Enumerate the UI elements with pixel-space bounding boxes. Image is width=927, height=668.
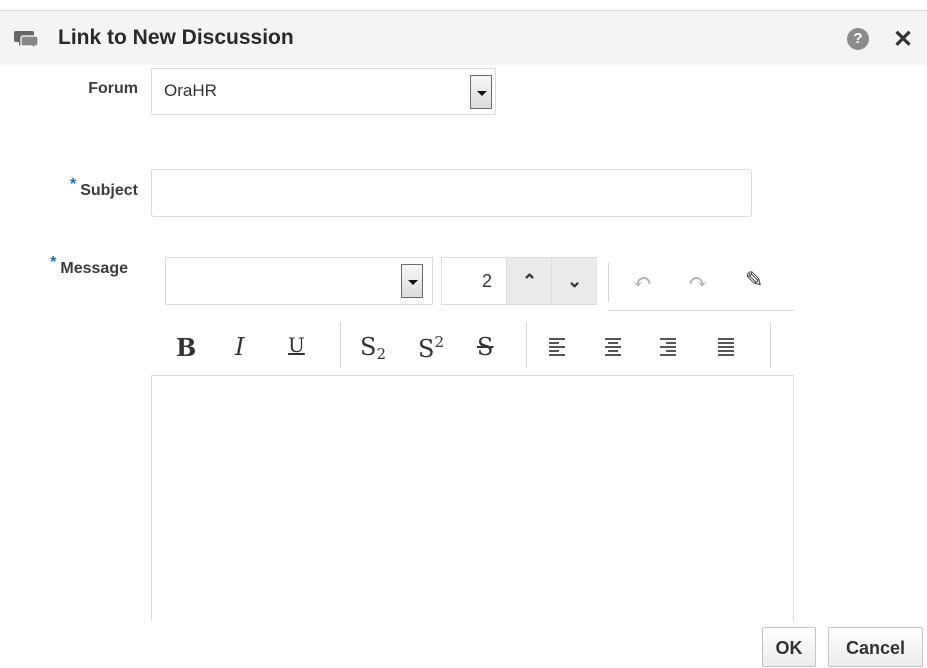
clear-formatting-icon[interactable]: ✎ [745, 268, 763, 293]
strikethrough-icon[interactable]: S [477, 333, 493, 361]
superscript-icon[interactable]: S2 [418, 333, 444, 363]
superscript-mark: 2 [434, 333, 444, 351]
discussion-icon [14, 31, 39, 50]
bold-icon[interactable]: B [176, 333, 196, 362]
toolbar-divider [608, 262, 609, 302]
dialog-titlebar: Link to New Discussion ? ✕ [0, 10, 927, 65]
italic-icon[interactable]: I [235, 333, 244, 361]
message-label: * Message [14, 254, 128, 278]
align-left-icon[interactable] [549, 338, 565, 356]
close-icon[interactable]: ✕ [893, 25, 913, 54]
superscript-base: S [418, 335, 435, 363]
subscript-base: S [360, 333, 377, 361]
redo-icon[interactable]: ↷ [688, 268, 708, 296]
font-size-stepper[interactable]: 2 ⌃ ⌄ [441, 257, 597, 305]
dialog-title: Link to New Discussion [58, 26, 294, 49]
align-center-icon[interactable] [605, 338, 621, 356]
underline-icon[interactable]: U [288, 333, 305, 357]
increase-size-icon[interactable]: ⌃ [506, 258, 552, 304]
toolbar-divider [770, 322, 771, 368]
decrease-size-icon[interactable]: ⌄ [551, 258, 597, 304]
forum-select[interactable]: OraHR [151, 68, 496, 115]
help-icon[interactable]: ? [847, 28, 869, 50]
subscript-mark: 2 [376, 345, 386, 363]
chevron-down-icon[interactable] [401, 264, 423, 298]
required-mark: * [69, 176, 77, 193]
align-right-icon[interactable] [660, 338, 676, 356]
undo-icon[interactable]: ↶ [632, 268, 652, 296]
toolbar-divider [526, 322, 527, 368]
subject-label: * Subject [30, 176, 138, 200]
subscript-icon[interactable]: S2 [360, 333, 386, 363]
toolbar-divider [608, 310, 794, 311]
font-size-value: 2 [482, 271, 493, 291]
forum-select-value: OraHR [164, 81, 217, 100]
required-mark: * [50, 254, 57, 271]
message-editor[interactable] [151, 375, 794, 621]
message-label-text: Message [60, 260, 128, 277]
subject-label-text: Subject [80, 182, 138, 199]
subject-input[interactable] [151, 169, 752, 217]
forum-label: Forum [88, 80, 138, 97]
cancel-button[interactable]: Cancel [828, 627, 923, 667]
ok-button[interactable]: OK [762, 627, 816, 667]
chevron-down-icon[interactable] [470, 75, 492, 109]
toolbar-divider [340, 322, 341, 368]
font-family-select[interactable] [165, 257, 433, 305]
align-justify-icon[interactable] [718, 338, 734, 356]
